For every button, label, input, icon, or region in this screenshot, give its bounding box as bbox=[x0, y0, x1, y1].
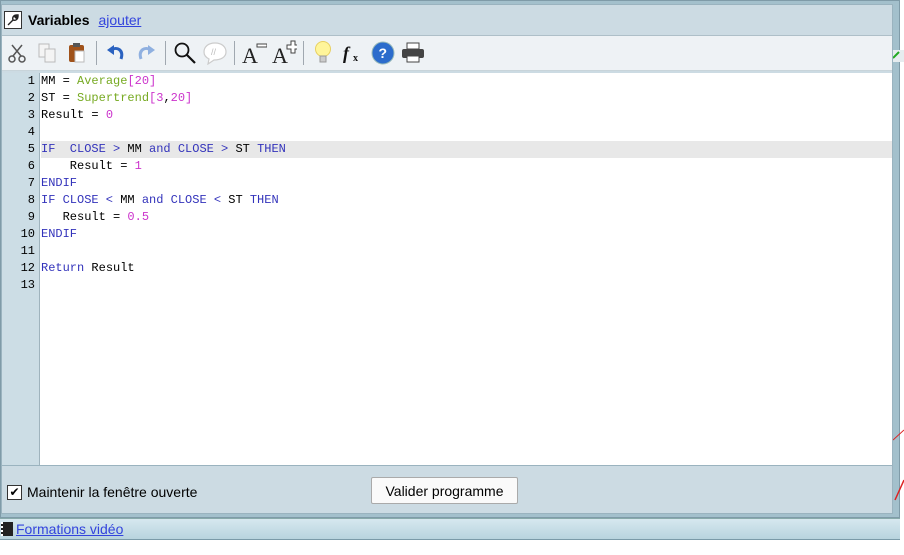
toolbar-divider bbox=[303, 41, 304, 65]
code-token-num: 0 bbox=[105, 108, 114, 122]
line-number: 1 bbox=[27, 74, 35, 88]
font-increase-icon[interactable]: A bbox=[271, 39, 297, 67]
line-number: 11 bbox=[20, 244, 35, 258]
line-number: 8 bbox=[27, 193, 35, 207]
code-line[interactable]: ENDIF bbox=[41, 175, 892, 192]
code-token-tx: , bbox=[163, 91, 171, 105]
video-training-link[interactable]: Formations vidéo bbox=[16, 521, 123, 537]
toolbar-divider bbox=[234, 41, 235, 65]
line-number: 3 bbox=[27, 108, 35, 122]
keep-window-open-checkbox[interactable]: ✔ Maintenir la fenêtre ouverte bbox=[7, 484, 197, 500]
code-token-tx: Result = bbox=[41, 159, 135, 173]
svg-text://: // bbox=[211, 47, 217, 57]
line-number: 5 bbox=[27, 142, 35, 156]
code-token-num: ] bbox=[149, 74, 157, 88]
line-number: 9 bbox=[27, 210, 35, 224]
code-token-tx: ST bbox=[235, 142, 258, 156]
code-area[interactable]: MM = Average[20] ST = Supertrend[3,20] Res… bbox=[41, 73, 892, 294]
code-token-num: 0.5 bbox=[127, 210, 150, 224]
line-number-gutter: 1 2 3 4 5 6 7 8 9 10 11 12 13 bbox=[2, 73, 40, 465]
code-token-num: [ bbox=[127, 74, 135, 88]
code-line[interactable] bbox=[41, 243, 892, 260]
code-token-num: 1 bbox=[134, 159, 142, 173]
background-chart-edge bbox=[892, 0, 904, 550]
code-line[interactable]: Return Result bbox=[41, 260, 892, 277]
code-token-kw: IF CLOSE < bbox=[41, 193, 121, 207]
toolbar: // A A fx ? bbox=[2, 36, 892, 71]
line-number: 6 bbox=[27, 159, 35, 173]
film-icon bbox=[1, 522, 13, 536]
code-token-kw: THEN bbox=[249, 193, 279, 207]
line-number: 13 bbox=[20, 278, 35, 292]
code-line[interactable] bbox=[41, 277, 892, 294]
code-line[interactable]: Result = 0 bbox=[41, 107, 892, 124]
svg-text:A: A bbox=[272, 43, 288, 66]
font-decrease-icon[interactable]: A bbox=[241, 39, 267, 67]
code-token-kw: and CLOSE > bbox=[149, 142, 236, 156]
code-token-kw: and CLOSE < bbox=[141, 193, 229, 207]
line-number: 7 bbox=[27, 176, 35, 190]
keep-window-open-label: Maintenir la fenêtre ouverte bbox=[27, 484, 198, 500]
code-token-kw: IF CLOSE > bbox=[41, 142, 128, 156]
code-token-tx: Result = bbox=[41, 210, 128, 224]
code-token-tx: Result bbox=[91, 261, 135, 275]
dialog-footer: ✔ Maintenir la fenêtre ouverte Valider p… bbox=[2, 467, 892, 513]
comment-icon[interactable]: // bbox=[202, 39, 228, 67]
search-icon[interactable] bbox=[172, 39, 198, 67]
svg-text:?: ? bbox=[379, 45, 388, 61]
line-number: 12 bbox=[20, 261, 35, 275]
code-line[interactable]: MM = Average[20] bbox=[41, 73, 892, 90]
code-token-kw: THEN bbox=[257, 142, 286, 156]
scissors-icon[interactable] bbox=[4, 39, 30, 67]
add-variable-link[interactable]: ajouter bbox=[99, 12, 142, 28]
code-line[interactable]: Result = 1 bbox=[41, 158, 892, 175]
function-icon[interactable]: fx bbox=[340, 39, 366, 67]
code-line[interactable]: Result = 0.5 bbox=[41, 209, 892, 226]
editor-dialog-frame: Variables ajouter // A A fx ? 1234567891… bbox=[0, 0, 900, 518]
window-title: Variables bbox=[28, 12, 90, 28]
code-token-tx: ST bbox=[228, 193, 250, 207]
code-line[interactable] bbox=[41, 124, 892, 141]
code-line[interactable]: IF CLOSE < MM and CLOSE < ST THEN bbox=[41, 192, 892, 209]
wrench-icon bbox=[4, 11, 22, 29]
copy-icon[interactable] bbox=[34, 39, 60, 67]
title-bar: Variables ajouter bbox=[2, 5, 892, 36]
code-token-fn: Average bbox=[77, 74, 128, 88]
validate-program-button[interactable]: Valider programme bbox=[371, 477, 518, 504]
code-token-kw: ENDIF bbox=[41, 176, 78, 190]
paste-icon[interactable] bbox=[64, 39, 90, 67]
code-token-tx: ST = bbox=[41, 91, 78, 105]
checkbox-checkmark-icon[interactable]: ✔ bbox=[7, 484, 22, 500]
line-number: 10 bbox=[20, 227, 35, 241]
redo-icon[interactable] bbox=[133, 39, 159, 67]
svg-text:A: A bbox=[242, 43, 258, 66]
svg-text:f: f bbox=[343, 43, 351, 63]
undo-icon[interactable] bbox=[103, 39, 129, 67]
bottom-bar: Formations vidéo bbox=[0, 518, 900, 540]
code-token-num: ] bbox=[185, 91, 193, 105]
code-line[interactable]: ST = Supertrend[3,20] bbox=[41, 90, 892, 107]
code-token-fn: Supertrend bbox=[77, 91, 150, 105]
code-line[interactable]: ENDIF bbox=[41, 226, 892, 243]
print-icon[interactable] bbox=[400, 39, 426, 67]
variables-window: Variables ajouter // A A fx ? 1234567891… bbox=[1, 4, 893, 514]
toolbar-divider bbox=[165, 41, 166, 65]
line-number: 4 bbox=[27, 125, 35, 139]
help-icon[interactable]: ? bbox=[370, 39, 396, 67]
code-token-kw: Return bbox=[41, 261, 92, 275]
code-token-tx: MM bbox=[127, 142, 150, 156]
code-token-kw: ENDIF bbox=[41, 227, 78, 241]
code-token-num: 20 bbox=[134, 74, 150, 88]
code-token-num: 20 bbox=[170, 91, 186, 105]
code-token-tx: MM bbox=[120, 193, 142, 207]
toolbar-divider bbox=[96, 41, 97, 65]
code-token-tx: Result = bbox=[41, 108, 106, 122]
line-number: 2 bbox=[27, 91, 35, 105]
code-editor[interactable]: 1 2 3 4 5 6 7 8 9 10 11 12 13 MM = Average[20] ST = S… bbox=[2, 73, 892, 466]
svg-text:x: x bbox=[353, 53, 358, 64]
lightbulb-icon[interactable] bbox=[310, 39, 336, 67]
code-token-tx: MM = bbox=[41, 74, 78, 88]
code-line[interactable]: IF CLOSE > MM and CLOSE > ST THEN bbox=[41, 141, 892, 158]
